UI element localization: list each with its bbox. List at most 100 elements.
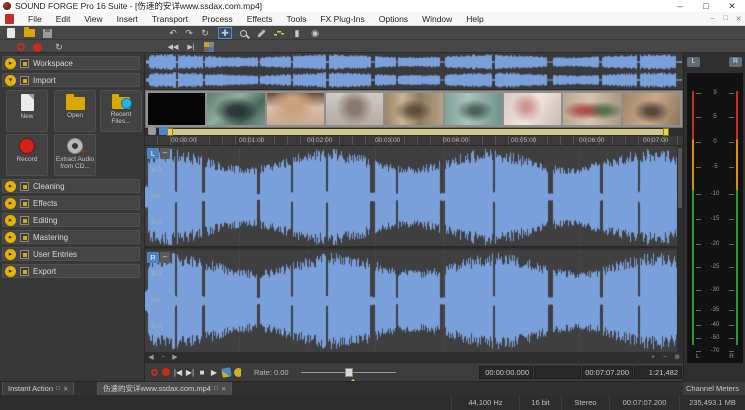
menu-help[interactable]: Help (459, 12, 490, 26)
scroll-left-icon[interactable]: ◀ (145, 353, 157, 361)
zoom-selection-icon[interactable]: ⊕ (671, 353, 683, 361)
instant-action-tab[interactable]: Instant Action □ ✕ (2, 382, 74, 396)
stop-icon[interactable]: ■ (196, 366, 208, 379)
right-channel[interactable]: R – -6.0 -Inf. -6.0 (145, 250, 683, 352)
undo-icon[interactable]: ↶ (166, 27, 180, 39)
video-thumbnail[interactable] (623, 93, 680, 125)
sidebar-section-effects[interactable]: ▸ Effects (2, 196, 140, 210)
sidebar-section-export[interactable]: ▸ Export (2, 264, 140, 278)
open-button[interactable]: Open (54, 90, 96, 132)
menu-options[interactable]: Options (372, 12, 415, 26)
loop-region[interactable] (169, 129, 667, 135)
loop-region-bar[interactable] (145, 128, 683, 136)
video-thumbnail[interactable] (504, 93, 561, 125)
mdi-close-icon[interactable]: ✕ (732, 15, 745, 23)
envelope-tool-icon[interactable] (272, 27, 286, 39)
meter-right-button[interactable]: R (729, 57, 742, 67)
menu-fx-plugins[interactable]: FX Plug-Ins (313, 12, 371, 26)
overview-right-waveform[interactable] (146, 72, 682, 88)
go-to-end-icon[interactable]: ▶| (184, 366, 196, 379)
go-to-start-icon[interactable]: ◀◀ (166, 41, 180, 53)
menu-process[interactable]: Process (195, 12, 240, 26)
channel-meters-title[interactable]: Channel Meters □ (683, 381, 745, 395)
menu-tools[interactable]: Tools (280, 12, 314, 26)
zoom-in-time-icon[interactable]: + (647, 354, 659, 361)
overview-left-waveform[interactable] (146, 54, 682, 70)
video-thumbnail[interactable] (148, 93, 205, 125)
pencil-tool-icon[interactable] (254, 27, 268, 39)
restore-icon[interactable]: □ (693, 0, 719, 12)
right-channel-waveform[interactable] (145, 251, 683, 351)
loop-playback-icon[interactable]: ↻ (52, 41, 66, 53)
close-panel-icon[interactable]: ✕ (63, 385, 68, 393)
mdi-minimize-icon[interactable]: – (706, 15, 719, 22)
loop-playback-icon[interactable] (232, 366, 244, 379)
meter-left-button[interactable]: L (687, 57, 700, 67)
left-channel-waveform[interactable] (145, 147, 683, 247)
lock-icon[interactable] (148, 127, 156, 135)
video-thumbnail[interactable] (385, 93, 442, 125)
touch-tool-icon[interactable]: ◉ (308, 27, 322, 39)
video-thumbnail[interactable] (563, 93, 620, 125)
audio-icon[interactable] (159, 127, 168, 135)
time-ruler[interactable]: 00:00:00 00:01:00 00:02:00 00:03:00 00:0… (145, 136, 683, 146)
play-icon[interactable]: ▶ (208, 366, 220, 379)
horizontal-scrollbar[interactable]: ◀ − ▶ + − ⊕ (145, 352, 683, 362)
record-icon[interactable] (160, 366, 172, 379)
save-file-icon[interactable] (40, 27, 54, 39)
menu-view[interactable]: View (77, 12, 109, 26)
sidebar-section-import[interactable]: ▾ Import (2, 73, 140, 87)
menu-insert[interactable]: Insert (110, 12, 145, 26)
video-thumbnail[interactable] (267, 93, 324, 125)
go-to-start-icon[interactable]: |◀ (172, 366, 184, 379)
sidebar-section-cleaning[interactable]: ▸ Cleaning (2, 179, 140, 193)
menu-edit[interactable]: Edit (49, 12, 78, 26)
edit-tool-icon[interactable]: ✚ (218, 27, 232, 39)
remote-record-icon[interactable] (148, 366, 160, 379)
magnify-tool-icon[interactable] (236, 27, 250, 39)
video-thumbnail[interactable] (326, 93, 383, 125)
play-plugin-chain-icon[interactable] (220, 366, 232, 379)
document-tab[interactable]: 伤速的安详www.ssdax.com.mp4 □ ✕ (97, 382, 232, 396)
zoom-out-level-icon[interactable]: − (659, 354, 671, 361)
overview-bar[interactable] (145, 53, 683, 90)
right-channel-button[interactable]: R (147, 252, 159, 263)
collapse-channel-icon[interactable]: – (160, 148, 170, 159)
float-panel-icon[interactable]: □ (56, 385, 60, 392)
video-thumbnail[interactable] (445, 93, 502, 125)
sidebar-section-mastering[interactable]: ▸ Mastering (2, 230, 140, 244)
sidebar-section-editing[interactable]: ▸ Editing (2, 213, 140, 227)
close-window-icon[interactable]: ✕ (221, 385, 226, 393)
mdi-restore-icon[interactable]: □ (719, 15, 732, 22)
sidebar-section-workspace[interactable]: ▸ Workspace (2, 56, 140, 70)
collapse-channel-icon[interactable]: – (160, 252, 170, 263)
left-channel-button[interactable]: L (147, 148, 159, 159)
video-thumbnail[interactable] (207, 93, 264, 125)
mixer-icon[interactable] (202, 41, 216, 53)
menu-file[interactable]: File (21, 12, 49, 26)
recent-files-button[interactable]: Recent Files... (100, 90, 142, 132)
minimize-icon[interactable]: – (667, 0, 693, 12)
float-window-icon[interactable]: □ (214, 385, 218, 392)
open-file-icon[interactable] (22, 27, 36, 39)
record-button[interactable]: Record (6, 134, 48, 176)
redo-icon[interactable]: ↷ (182, 27, 196, 39)
go-to-end-icon[interactable]: ▶| (184, 41, 198, 53)
rate-slider[interactable] (301, 366, 396, 379)
menu-transport[interactable]: Transport (145, 12, 195, 26)
scroll-right-icon[interactable]: ▶ (169, 353, 181, 361)
close-icon[interactable]: ✕ (719, 0, 745, 12)
new-file-icon[interactable] (4, 27, 18, 39)
extract-audio-button[interactable]: Extract Audio from CD... (54, 134, 96, 176)
remote-record-icon[interactable] (14, 41, 28, 53)
left-channel[interactable]: L – -6.0 -Inf. -6.0 (145, 146, 683, 248)
new-button[interactable]: New (6, 90, 48, 132)
event-tool-icon[interactable]: ▮ (290, 27, 304, 39)
rate-slider-thumb[interactable] (345, 368, 353, 377)
zoom-out-time-icon[interactable]: − (157, 354, 169, 361)
sidebar-section-user-entries[interactable]: ▸ User Entries (2, 247, 140, 261)
menu-effects[interactable]: Effects (240, 12, 280, 26)
menu-window[interactable]: Window (415, 12, 459, 26)
loop-end-handle[interactable] (663, 128, 669, 136)
repeat-icon[interactable]: ↻ (198, 27, 212, 39)
